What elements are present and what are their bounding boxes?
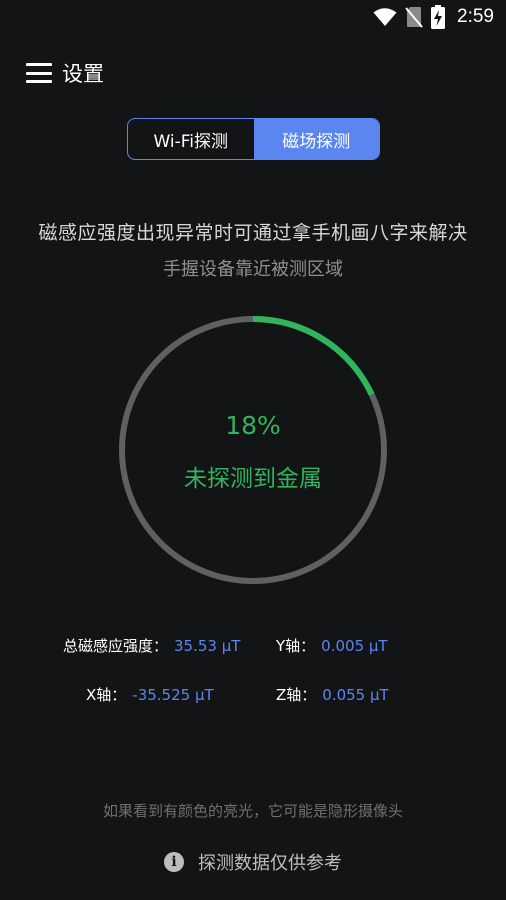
reading-z-label: Z轴： xyxy=(276,686,317,704)
reading-z: Z轴： 0.055 μT xyxy=(276,684,389,705)
reading-y: Y轴： 0.005 μT xyxy=(276,635,388,656)
reading-total: 总磁感应强度： 35.53 μT xyxy=(63,635,240,656)
detection-mode-tabs: Wi-Fi探测 磁场探测 xyxy=(127,118,380,160)
tab-wifi-detection[interactable]: Wi-Fi探测 xyxy=(128,119,254,159)
reading-total-label: 总磁感应强度： xyxy=(63,637,169,655)
disclaimer: i 探测数据仅供参考 xyxy=(0,849,506,875)
gauge-status: 未探测到金属 xyxy=(184,466,322,492)
tab-magnetic-detection[interactable]: 磁场探测 xyxy=(253,119,379,159)
reading-total-value: 35.53 μT xyxy=(174,637,241,655)
gauge-ring xyxy=(119,316,387,584)
hamburger-menu-icon[interactable] xyxy=(26,63,52,83)
status-icons: 2:59 xyxy=(373,5,494,29)
disclaimer-text: 探测数据仅供参考 xyxy=(198,853,342,874)
instruction-sub: 手握设备靠近被测区域 xyxy=(163,259,343,280)
reading-x-value: -35.525 μT xyxy=(132,686,214,704)
reading-x-label: X轴： xyxy=(86,686,127,704)
instruction-main: 磁感应强度出现异常时可通过拿手机画八字来解决 xyxy=(38,222,468,244)
no-sim-icon xyxy=(405,7,423,28)
status-bar: 2:59 xyxy=(0,0,506,34)
info-icon: i xyxy=(164,852,184,872)
app-header: 设置 xyxy=(26,56,104,90)
reading-x: X轴： -35.525 μT xyxy=(86,684,214,705)
reading-y-value: 0.005 μT xyxy=(321,637,388,655)
magnetic-gauge: 18% 未探测到金属 xyxy=(116,313,390,587)
reading-z-value: 0.055 μT xyxy=(322,686,389,704)
reading-y-label: Y轴： xyxy=(276,637,316,655)
status-time: 2:59 xyxy=(457,6,494,27)
battery-charging-icon xyxy=(431,5,446,29)
camera-hint: 如果看到有颜色的亮光，它可能是隐形摄像头 xyxy=(102,802,403,820)
page-title: 设置 xyxy=(62,62,104,86)
gauge-percent: 18% xyxy=(225,411,281,440)
wifi-icon xyxy=(373,8,397,26)
